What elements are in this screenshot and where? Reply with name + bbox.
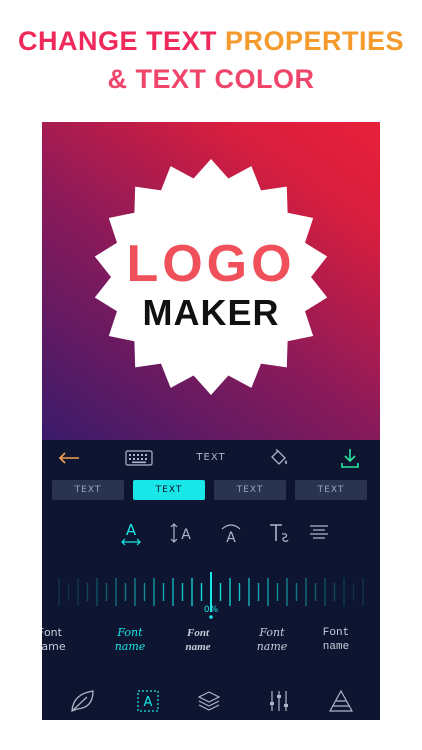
design-canvas[interactable]: LOGO MAKER bbox=[42, 122, 380, 440]
text-style-button[interactable] bbox=[266, 518, 292, 548]
text-property-bar: A A A bbox=[42, 518, 380, 550]
font-option[interactable]: Font name bbox=[306, 626, 366, 654]
promo-text-change: CHANGE TEXT bbox=[17, 26, 225, 56]
tab-text-4[interactable]: TEXT bbox=[295, 480, 367, 500]
sliders-icon bbox=[270, 691, 288, 711]
download-button[interactable] bbox=[337, 446, 363, 470]
font-option-label: Font name bbox=[114, 626, 146, 653]
shapes-tool-button[interactable] bbox=[68, 686, 98, 716]
text-tool-button[interactable]: A bbox=[133, 686, 163, 716]
download-icon bbox=[341, 449, 359, 468]
text-tabs: TEXT TEXT TEXT TEXT bbox=[52, 480, 372, 502]
effects-tool-button[interactable] bbox=[326, 686, 356, 716]
slider-value: 0% bbox=[203, 605, 219, 615]
tab-text-1[interactable]: TEXT bbox=[52, 480, 124, 500]
font-option-label: Font name bbox=[322, 627, 350, 653]
fill-color-button[interactable] bbox=[266, 446, 292, 470]
text-color-icon: A bbox=[121, 521, 141, 546]
toolbar-title: TEXT bbox=[196, 452, 226, 463]
svg-text:A: A bbox=[126, 521, 137, 539]
leaf-icon bbox=[71, 690, 94, 712]
svg-text:A: A bbox=[144, 695, 153, 710]
text-curve-button[interactable]: A bbox=[218, 518, 244, 548]
text-color-button[interactable]: A bbox=[118, 518, 144, 548]
layers-icon bbox=[197, 691, 221, 711]
font-option-label: Font name bbox=[256, 626, 288, 653]
keyboard-button[interactable] bbox=[124, 446, 154, 470]
promo-headline: CHANGE TEXT PROPERTIES & TEXT COLOR bbox=[0, 22, 422, 98]
layers-tool-button[interactable] bbox=[194, 686, 224, 716]
font-option-label: Font name bbox=[42, 626, 66, 653]
text-align-icon bbox=[310, 525, 328, 539]
phone-screen: LOGO MAKER TEXT TEXT TEXT TEXT TEXT A A … bbox=[42, 122, 380, 720]
text-align-button[interactable] bbox=[306, 518, 332, 548]
tab-text-3[interactable]: TEXT bbox=[214, 480, 286, 500]
logo-text-top[interactable]: LOGO bbox=[42, 234, 380, 294]
editor-panel: TEXT TEXT TEXT TEXT TEXT A A A 0% ont am… bbox=[42, 440, 380, 720]
text-spacing-icon: A bbox=[221, 524, 241, 545]
font-option[interactable]: Font name bbox=[42, 626, 80, 654]
back-button[interactable] bbox=[56, 446, 82, 470]
svg-text:A: A bbox=[226, 530, 236, 545]
font-option-selected[interactable]: Font name bbox=[100, 626, 160, 654]
font-picker: Font name Font name Font name Font name … bbox=[42, 626, 380, 674]
tab-text-2[interactable]: TEXT bbox=[133, 480, 205, 500]
pyramid-icon bbox=[328, 689, 354, 712]
promo-line-1: CHANGE TEXT PROPERTIES bbox=[0, 22, 422, 60]
font-option-label: Font name bbox=[185, 627, 211, 653]
font-option[interactable]: Font name bbox=[168, 626, 228, 654]
back-arrow-icon bbox=[58, 452, 79, 464]
top-toolbar: TEXT bbox=[42, 440, 380, 476]
text-size-icon: A bbox=[170, 523, 191, 543]
text-style-icon bbox=[270, 524, 289, 542]
svg-text:A: A bbox=[181, 527, 191, 543]
paint-bucket-icon bbox=[271, 449, 287, 465]
keyboard-icon bbox=[125, 450, 153, 466]
font-option[interactable]: Font name bbox=[242, 626, 302, 654]
bottom-toolbar: A bbox=[42, 678, 380, 720]
logo-text-bottom[interactable]: MAKER bbox=[42, 292, 380, 334]
text-size-button[interactable]: A bbox=[168, 518, 196, 548]
promo-line-2: & TEXT COLOR bbox=[107, 64, 315, 94]
promo-text-properties: PROPERTIES bbox=[224, 26, 405, 56]
adjust-tool-button[interactable] bbox=[264, 686, 294, 716]
text-frame-icon: A bbox=[137, 690, 159, 712]
